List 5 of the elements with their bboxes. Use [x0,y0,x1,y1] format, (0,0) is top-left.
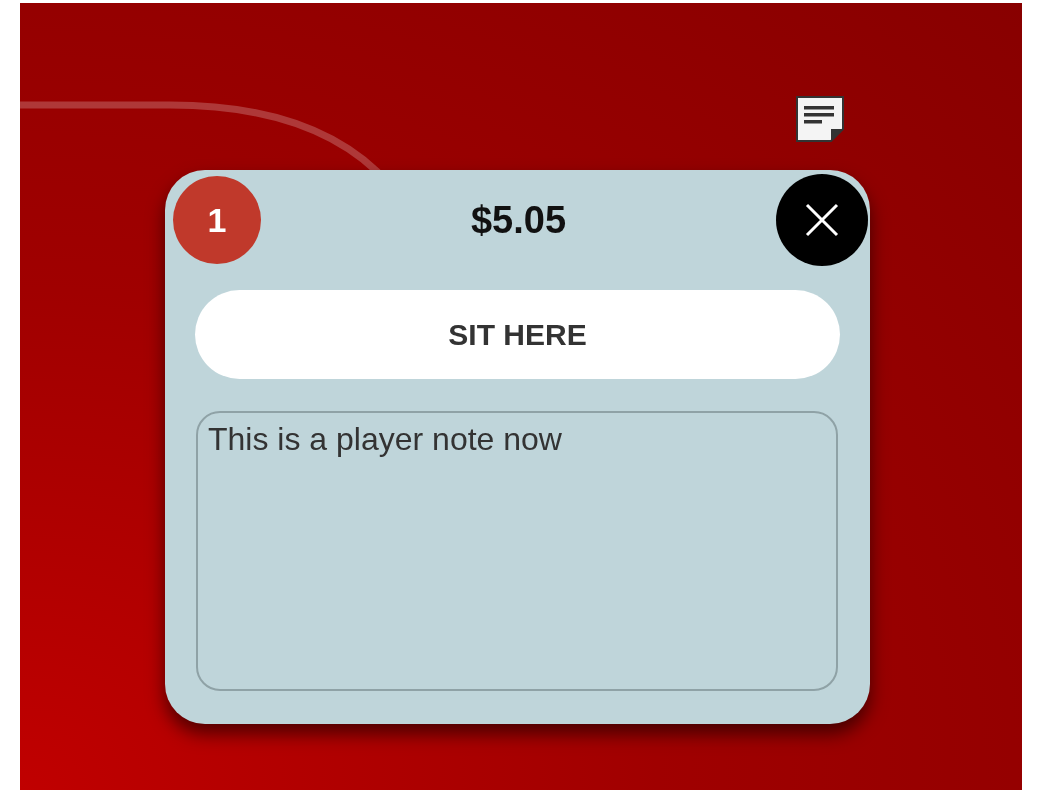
seat-amount: $5.05 [470,198,567,242]
note-field[interactable]: This is a player note now [196,411,838,691]
sit-here-button[interactable]: SIT HERE [195,290,840,379]
seat-number-badge: 1 [173,176,261,264]
note-icon[interactable] [796,96,844,142]
